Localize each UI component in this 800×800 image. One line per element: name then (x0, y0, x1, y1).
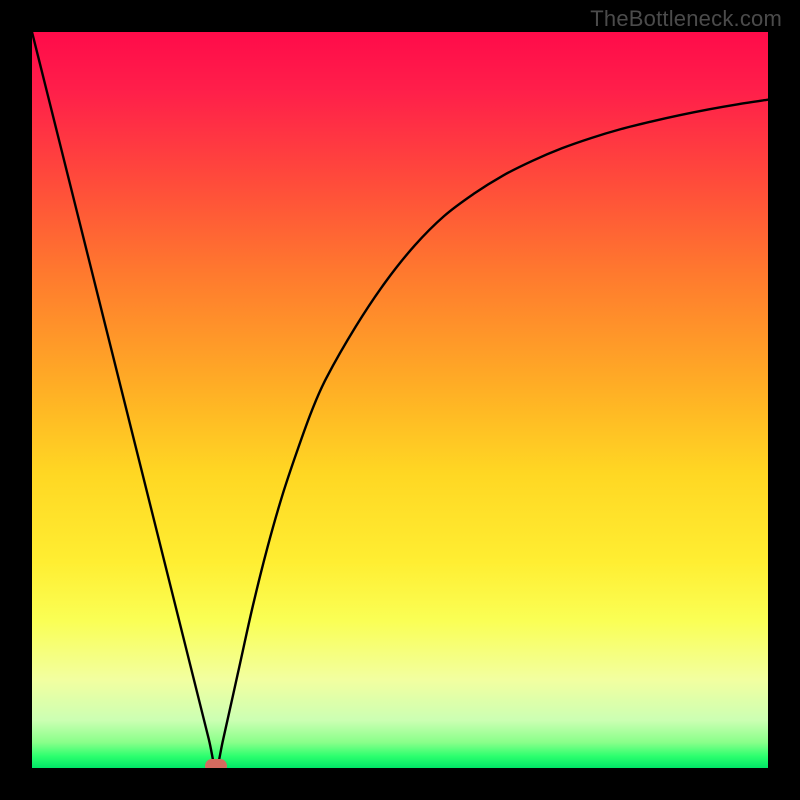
minimum-marker (205, 759, 227, 768)
plot-area (32, 32, 768, 768)
chart-frame: TheBottleneck.com (0, 0, 800, 800)
bottleneck-curve (32, 32, 768, 768)
attribution-label: TheBottleneck.com (590, 6, 782, 32)
